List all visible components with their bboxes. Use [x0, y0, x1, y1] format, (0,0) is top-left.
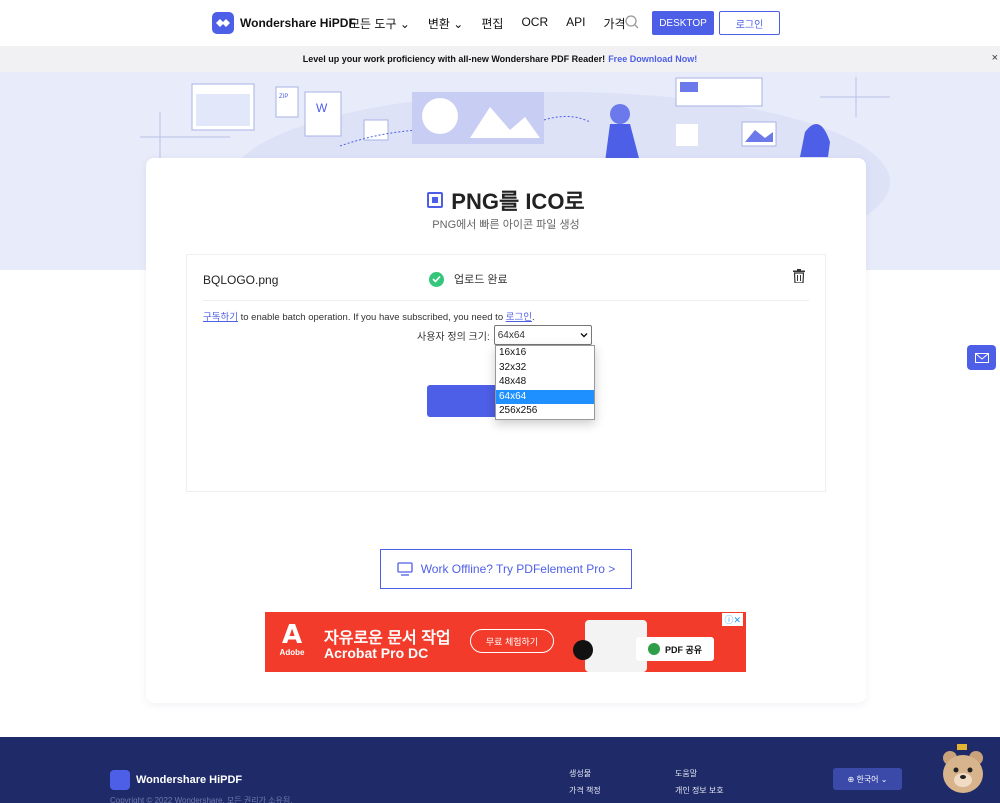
batch-notice-text: to enable batch operation. If you have s… — [237, 312, 506, 323]
title-row: PNG를 ICO로 — [146, 184, 866, 216]
nav-ocr[interactable]: OCR — [521, 15, 548, 32]
ad-info-icon[interactable]: ⓘ✕ — [722, 613, 743, 626]
size-option-256[interactable]: 256x256 — [496, 404, 594, 419]
feedback-mail-button[interactable] — [967, 345, 996, 370]
custom-size-label: 사용자 정의 크기: — [417, 331, 490, 343]
brand-name: Wondershare HiPDF — [240, 16, 356, 30]
close-icon[interactable]: × — [992, 52, 998, 64]
work-offline-label: Work Offline? Try PDFelement Pro > — [420, 562, 616, 576]
size-option-32[interactable]: 32x32 — [496, 361, 594, 376]
tool-card: PNG를 ICO로 PNG에서 빠른 아이콘 파일 생성 BQLOGO.png … — [146, 158, 866, 703]
ad-banner[interactable]: A Adobe 자유로운 문서 작업 Acrobat Pro DC 무료 체험하… — [265, 612, 746, 672]
png-file-icon — [427, 192, 444, 208]
adobe-brand: Adobe — [279, 648, 305, 657]
nav-pricing[interactable]: 가격 — [603, 15, 625, 32]
custom-size-row: 사용자 정의 크기: 64x64 — [417, 325, 592, 345]
footer-link-pricing[interactable]: 가격 책정 — [569, 785, 601, 796]
divider — [203, 300, 809, 301]
nav-api[interactable]: API — [566, 15, 585, 32]
upload-panel: BQLOGO.png 업로드 완료 구독하기 to enable batch o… — [186, 254, 826, 492]
trash-icon[interactable] — [793, 269, 805, 288]
size-select[interactable]: 64x64 — [493, 325, 592, 345]
language-select[interactable]: ⊕ 한국어 ⌄ — [833, 768, 902, 790]
size-dropdown: 16x16 32x32 48x48 64x64 256x256 — [495, 345, 595, 420]
svg-text:ZIP: ZIP — [279, 94, 288, 100]
hipdf-logo-icon — [212, 12, 234, 34]
footer-link-help[interactable]: 도움말 — [675, 768, 697, 779]
footer-link-products[interactable]: 생성물 — [569, 768, 591, 779]
adobe-a-icon: A — [281, 620, 303, 650]
globe-icon: ⊕ — [847, 774, 857, 784]
footer-logo[interactable]: Wondershare HiPDF — [110, 770, 242, 790]
page-title: PNG를 ICO로 — [451, 189, 585, 214]
check-icon — [647, 643, 660, 655]
hipdf-logo-icon — [110, 770, 130, 790]
footer-brand: Wondershare HiPDF — [136, 774, 243, 786]
ad-product: Acrobat Pro DC — [324, 645, 429, 661]
batch-notice: 구독하기 to enable batch operation. If you h… — [203, 309, 535, 323]
desktop-button[interactable]: DESKTOP — [652, 11, 714, 35]
upload-status-text: 업로드 완료 — [454, 274, 508, 286]
login-button[interactable]: 로그인 — [719, 11, 780, 35]
brand-logo[interactable]: Wondershare HiPDF — [212, 12, 356, 34]
language-label: 한국어 ⌄ — [856, 774, 888, 784]
page-subtitle: PNG에서 빠른 아이콘 파일 생성 — [432, 219, 580, 231]
promo-text: Level up your work proficiency with all-… — [302, 54, 606, 64]
footer: Wondershare HiPDF Copyright © 2022 Wonde… — [0, 737, 1000, 803]
size-option-48[interactable]: 48x48 — [496, 375, 594, 390]
batch-notice-end: . — [531, 312, 535, 323]
svg-text:W: W — [316, 101, 328, 115]
size-option-16[interactable]: 16x16 — [496, 346, 594, 361]
nav-edit[interactable]: 편집 — [481, 15, 503, 32]
upload-status: 업로드 완료 — [429, 271, 508, 287]
file-name: BQLOGO.png — [203, 273, 279, 287]
adobe-logo: A Adobe — [277, 622, 307, 657]
chevron-down-icon — [580, 333, 588, 338]
check-circle-icon — [429, 271, 444, 287]
acrobat-icon — [573, 640, 593, 660]
batch-login-link[interactable]: 로그인 — [506, 312, 532, 323]
ad-share-badge: PDF 공유 — [636, 637, 714, 661]
nav-convert[interactable]: 변환 ⌄ — [428, 15, 463, 32]
promo-banner: Level up your work proficiency with all-… — [0, 46, 1000, 72]
size-select-value: 64x64 — [497, 329, 525, 341]
ad-trial-button[interactable]: 무료 체험하기 — [470, 629, 554, 653]
ad-share-label: PDF 공유 — [664, 644, 703, 655]
size-option-64[interactable]: 64x64 — [496, 389, 594, 405]
monitor-icon — [397, 562, 413, 576]
main-nav: 모든 도구 ⌄ 변환 ⌄ 편집 OCR API 가격 — [349, 15, 644, 32]
nav-all-tools[interactable]: 모든 도구 ⌄ — [349, 15, 410, 32]
search-icon[interactable] — [624, 14, 640, 35]
promo-download-link[interactable]: Free Download Now! — [608, 54, 697, 64]
top-nav: Wondershare HiPDF 모든 도구 ⌄ 변환 ⌄ 편집 OCR AP… — [0, 0, 1000, 46]
bear-mascot-icon[interactable] — [940, 742, 986, 794]
mail-icon — [974, 352, 989, 363]
subscribe-link[interactable]: 구독하기 — [203, 312, 238, 323]
footer-link-privacy[interactable]: 개인 정보 보호 — [675, 785, 724, 796]
copyright: Copyright © 2022 Wondershare. 모든 권리가 소유됨… — [110, 796, 293, 803]
work-offline-button[interactable]: Work Offline? Try PDFelement Pro > — [380, 549, 632, 589]
